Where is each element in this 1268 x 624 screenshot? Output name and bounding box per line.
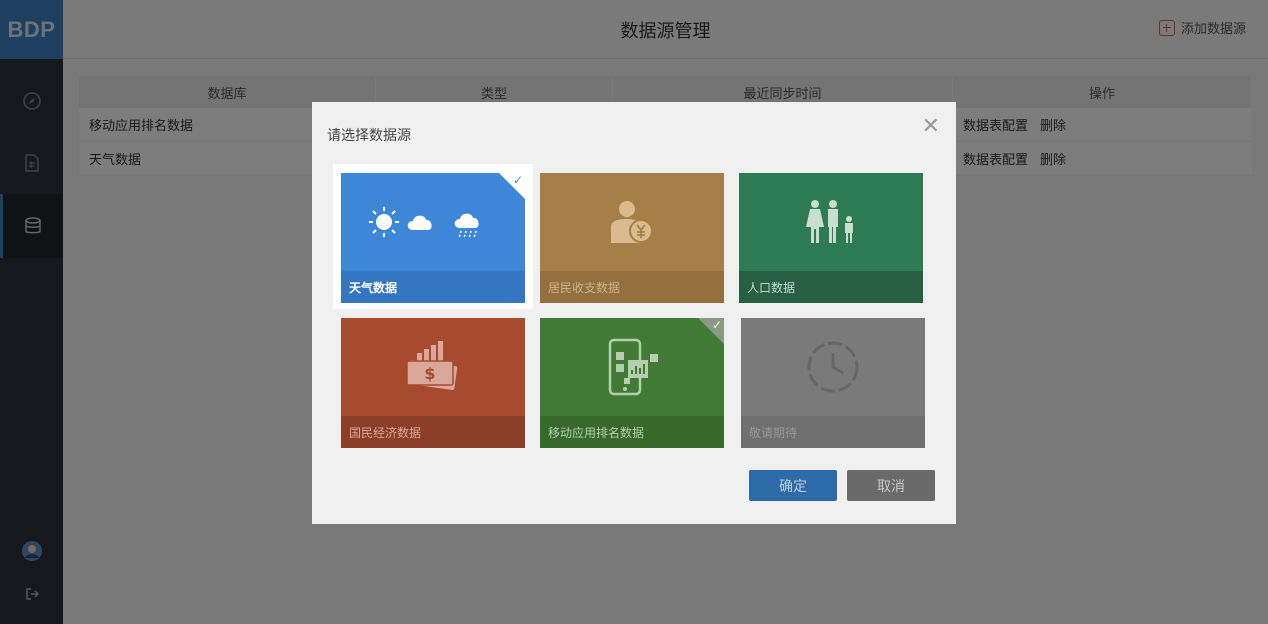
close-icon[interactable]: ✕ <box>922 116 940 138</box>
person-yuan-icon <box>540 173 724 271</box>
tile-weather[interactable]: 天气数据 ✓ <box>341 173 525 303</box>
tile-income[interactable]: 居民收支数据 <box>540 173 724 303</box>
mobile-app-icon <box>540 318 724 416</box>
tile-label: 人口数据 <box>739 271 923 303</box>
money-chart-icon: $ <box>341 318 525 416</box>
tile-coming-soon: 敬请期待 <box>741 318 925 448</box>
tile-label: 国民经济数据 <box>341 416 525 448</box>
confirm-button[interactable]: 确定 <box>749 470 837 501</box>
family-icon <box>739 173 923 271</box>
tile-label: 敬请期待 <box>741 416 925 448</box>
tile-label: 移动应用排名数据 <box>540 416 724 448</box>
weather-icon <box>341 173 525 271</box>
cancel-button[interactable]: 取消 <box>847 470 935 501</box>
check-icon: ✓ <box>512 173 523 187</box>
clock-icon <box>741 318 925 416</box>
tile-population[interactable]: 人口数据 <box>739 173 923 303</box>
tile-mobile-ranking[interactable]: 移动应用排名数据 ✓ <box>540 318 724 448</box>
check-icon: ✓ <box>711 318 722 332</box>
dialog-title: 请选择数据源 <box>327 128 411 144</box>
tile-label: 天气数据 <box>341 271 525 303</box>
tile-economy[interactable]: $ 国民经济数据 <box>341 318 525 448</box>
svg-text:$: $ <box>424 364 435 383</box>
tile-label: 居民收支数据 <box>540 271 724 303</box>
